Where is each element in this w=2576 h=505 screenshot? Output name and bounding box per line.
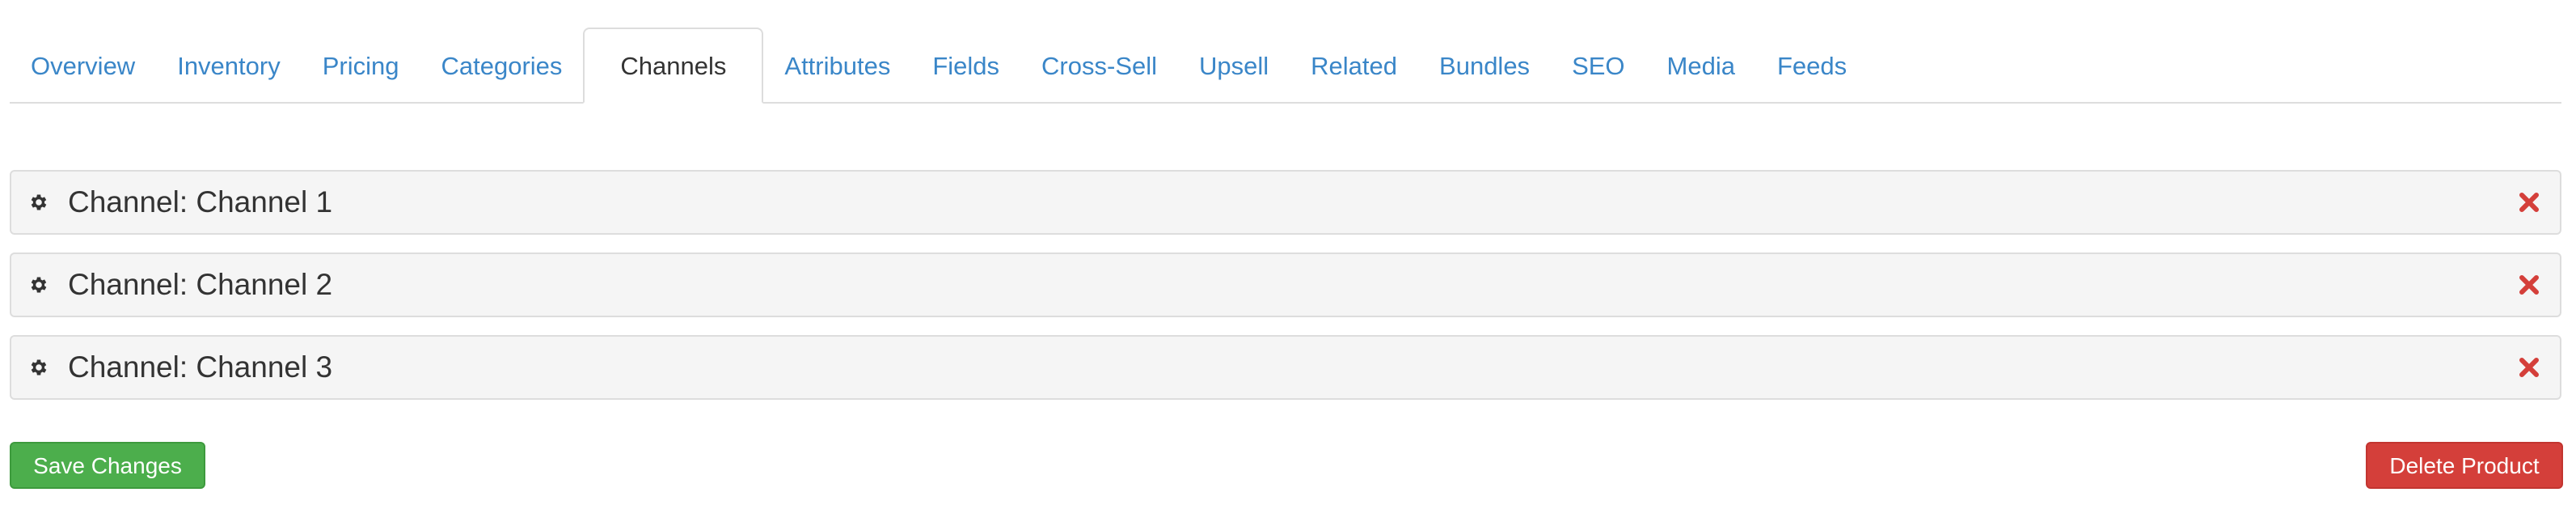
gear-icon[interactable] bbox=[27, 274, 50, 296]
gear-icon[interactable] bbox=[27, 191, 50, 214]
tab-categories[interactable]: Categories bbox=[420, 28, 583, 104]
tab-cross-sell[interactable]: Cross-Sell bbox=[1020, 28, 1178, 104]
tab-feeds[interactable]: Feeds bbox=[1756, 28, 1868, 104]
channel-panel[interactable]: Channel: Channel 3 bbox=[10, 335, 2561, 400]
tab-list: Overview Inventory Pricing Categories Ch… bbox=[10, 28, 1868, 104]
remove-icon[interactable] bbox=[2516, 189, 2542, 215]
tab-channels[interactable]: Channels bbox=[583, 28, 764, 104]
save-changes-button[interactable]: Save Changes bbox=[10, 442, 205, 489]
gear-icon[interactable] bbox=[27, 356, 50, 379]
tab-media[interactable]: Media bbox=[1646, 28, 1756, 104]
product-editor: Overview Inventory Pricing Categories Ch… bbox=[10, 0, 2561, 104]
tab-attributes[interactable]: Attributes bbox=[763, 28, 911, 104]
tab-overview[interactable]: Overview bbox=[10, 28, 156, 104]
tab-seo[interactable]: SEO bbox=[1551, 28, 1645, 104]
remove-icon[interactable] bbox=[2516, 354, 2542, 380]
tab-related[interactable]: Related bbox=[1290, 28, 1418, 104]
tab-fields[interactable]: Fields bbox=[911, 28, 1020, 104]
channel-title: Channel: Channel 3 bbox=[68, 350, 333, 384]
channel-list: Channel: Channel 1 Channel: Channel 2 Ch… bbox=[10, 170, 2561, 418]
remove-icon[interactable] bbox=[2516, 272, 2542, 298]
tab-pricing[interactable]: Pricing bbox=[302, 28, 420, 104]
channel-panel[interactable]: Channel: Channel 1 bbox=[10, 170, 2561, 235]
tab-bar: Overview Inventory Pricing Categories Ch… bbox=[10, 0, 2561, 104]
delete-product-button[interactable]: Delete Product bbox=[2366, 442, 2563, 489]
tab-upsell[interactable]: Upsell bbox=[1178, 28, 1290, 104]
tab-inventory[interactable]: Inventory bbox=[156, 28, 302, 104]
channel-title: Channel: Channel 1 bbox=[68, 185, 333, 219]
channel-panel[interactable]: Channel: Channel 2 bbox=[10, 252, 2561, 317]
tab-bundles[interactable]: Bundles bbox=[1418, 28, 1551, 104]
channel-title: Channel: Channel 2 bbox=[68, 268, 333, 301]
